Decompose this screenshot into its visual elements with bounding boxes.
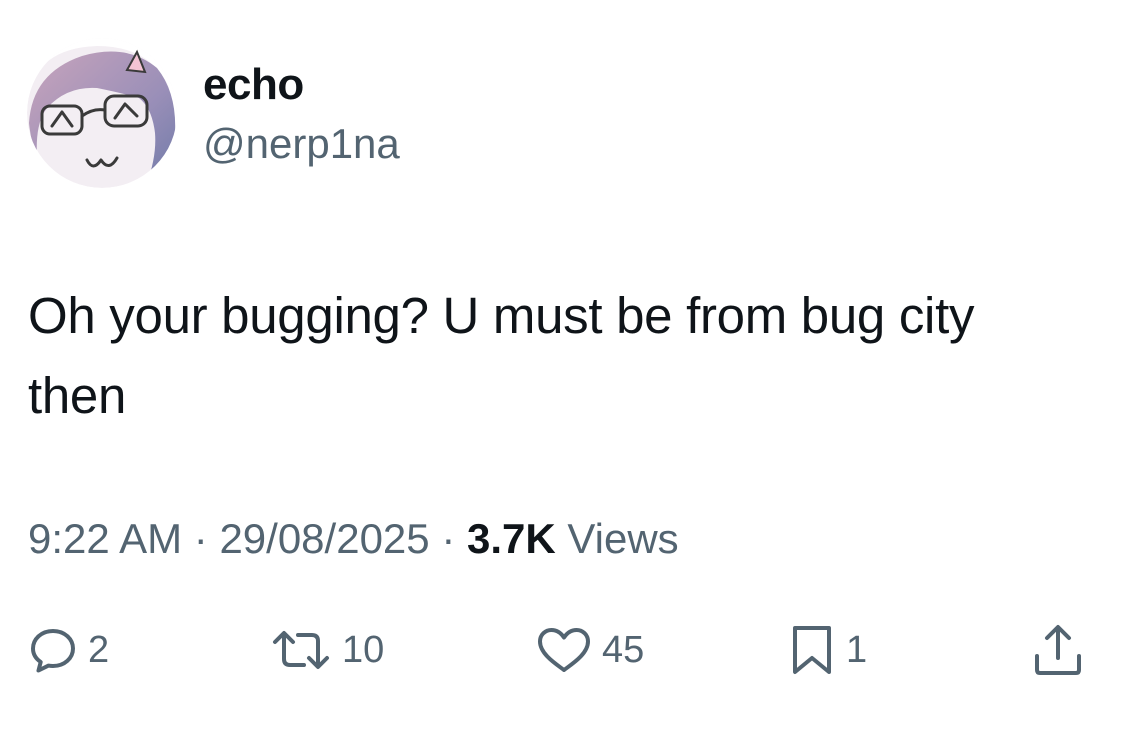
avatar-drawing-icon [27, 38, 177, 188]
tweet-time[interactable]: 9:22 AM [28, 515, 182, 562]
retweet-button[interactable]: 10 [270, 618, 384, 682]
avatar[interactable] [27, 38, 177, 188]
reply-button[interactable]: 2 [28, 618, 109, 682]
bookmark-icon [793, 626, 831, 674]
heart-icon [538, 628, 590, 672]
bookmark-count: 1 [846, 629, 868, 671]
bookmark-button[interactable]: 1 [788, 618, 867, 682]
retweet-icon [273, 631, 329, 669]
retweet-count: 10 [342, 629, 385, 671]
like-count: 45 [602, 629, 645, 671]
reply-count: 2 [88, 629, 110, 671]
views-count: 3.7K [466, 515, 556, 562]
meta-separator: · [182, 515, 220, 562]
views-label: Views [555, 515, 679, 562]
tweet-date[interactable]: 29/08/2025 [219, 515, 429, 562]
user-handle[interactable]: @nerp1na [203, 120, 400, 168]
share-icon [1035, 625, 1081, 675]
action-bar: 2 10 45 1 [0, 618, 1125, 682]
display-name[interactable]: echo [203, 60, 304, 110]
tweet-text: Oh your bugging? U must be from bug city… [28, 287, 975, 424]
reply-icon [31, 629, 75, 673]
like-button[interactable]: 45 [536, 618, 644, 682]
tweet-meta: 9:22 AM · 29/08/2025 · 3.7K Views [28, 512, 679, 566]
share-button[interactable] [1030, 618, 1086, 682]
tweet-card: echo @nerp1na Oh your bugging? U must be… [0, 0, 1125, 753]
meta-separator: · [429, 515, 467, 562]
